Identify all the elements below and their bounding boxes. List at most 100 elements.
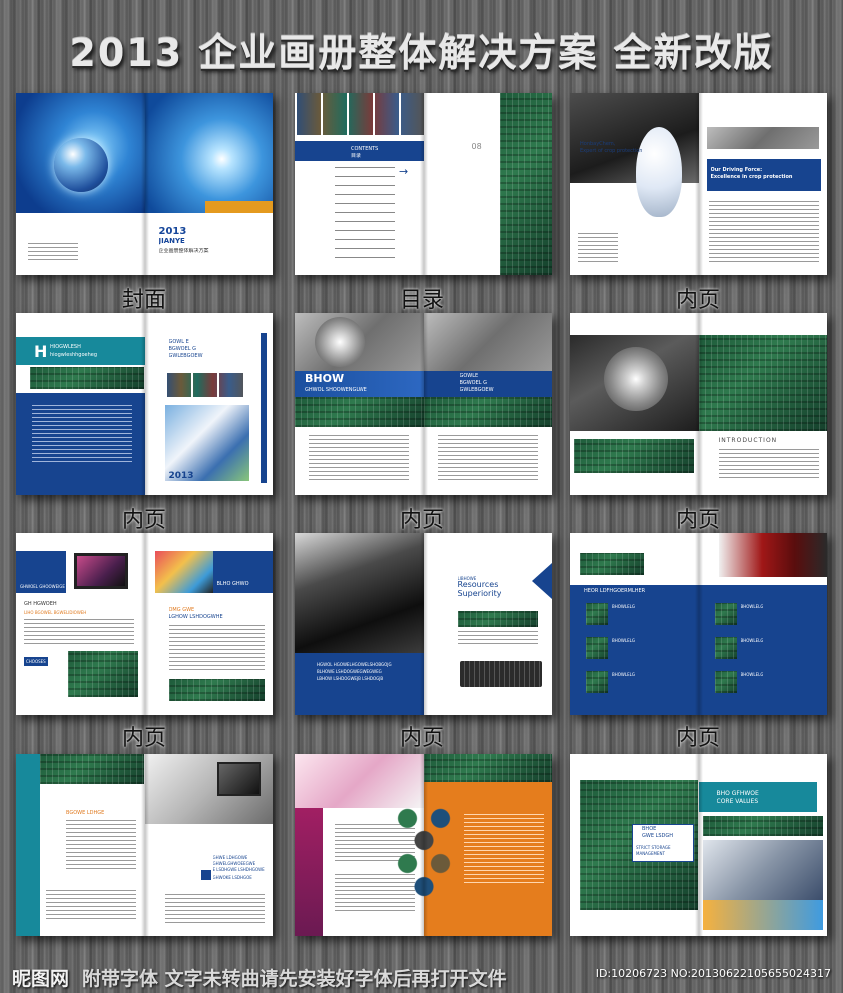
toc-right-page: 08 [423, 93, 552, 275]
cover-back-page [16, 93, 145, 275]
toc-heading: CONTENTS [351, 146, 379, 152]
inner-7-right-page: BHOWLELG BHOWLELG BHOWLELG [698, 533, 827, 715]
hard-disk-icon [315, 317, 365, 367]
inner-2-heading: HIOGWLESH [50, 344, 81, 350]
monitor-icon [216, 762, 261, 796]
toc-entries [335, 167, 395, 259]
inner-8-right4: GHWOKE LSDHGOE [212, 875, 252, 880]
inner-2-heading-sub: hiogwleshhgoeheg [50, 352, 98, 358]
inner-6-left-page: HGWOL HGOWELHGOWELSHOBGOJG BLHOWE LSHDOG… [295, 533, 424, 715]
arrow-left-icon [531, 563, 552, 599]
inner-1-right-page: Our Driving Force: Excellence in crop pr… [698, 93, 827, 275]
inner-5-right-title: OMG GWE [168, 607, 195, 613]
inner-8-right3: E LSDHGWE LSHDHGOWE [212, 867, 265, 872]
inner-2-right-page: GOWL E BGWOEL G GWLEBGOEW 2013 [144, 313, 273, 495]
page-title: 2013 企业画册整体解决方案 全新改版 [69, 31, 774, 75]
caption-inner-5: 内页 [121, 726, 166, 751]
keyboard-icon [459, 661, 542, 687]
toc-heading-sub: 目录 [351, 153, 362, 159]
inner-10-right-page: BHO GFHWOE CORE VALUES [698, 754, 827, 936]
inner-5-right-title2: LGHOW LSHDOGWHE [168, 614, 223, 620]
caption-inner-7: 内页 [675, 726, 720, 751]
spread-toc: CONTENTS 目录 → 08 [295, 93, 552, 275]
inner-8-right-page: GHWE LDHGOWE GHWELGHWOEEGWE E LSDHGWE LS… [144, 754, 273, 936]
spread-inner-4: INTRODUCTION [570, 313, 827, 495]
inner-10-left-page: BHOE GWE LSDGH STRICT STORAGE MANAGEMENT [570, 754, 699, 936]
spread-inner-7: HEOR LDFHGOERMLHER BHOWLELG BHOWLELG BHO… [570, 533, 827, 715]
disk-platter-icon [604, 347, 668, 411]
caption-toc: 目录 [399, 288, 444, 313]
inner-3-right-page: GOWLE BGWOEL G GWLEBGOEW [423, 313, 552, 495]
inner-6-res-title2: Superiority [457, 589, 502, 598]
inner-6-right-page: LIBHOWE Resources Superiority [423, 533, 552, 715]
arrow-right-icon: → [399, 165, 409, 178]
inner-2-right-title2: BGWOEL G [168, 346, 197, 352]
inner-2-letter: H [34, 343, 48, 361]
caption-inner-1: 内页 [675, 288, 720, 313]
inner-5-right-page: BLHO GHWO OMG GWE LGHOW LSHDOGWHE [144, 533, 273, 715]
cover-brand-sub: 企业画册整体解决方案 [158, 248, 209, 254]
inner-7-item4: BHOWLELG [740, 604, 764, 609]
toc-left-page: CONTENTS 目录 → [295, 93, 424, 275]
inner-10-core2: CORE VALUES [716, 798, 759, 805]
inner-5-left-box: CHOOSES [24, 657, 48, 666]
caption-inner-2: 内页 [121, 508, 166, 533]
inner-8-orange: BGOWE LDHGE [66, 810, 105, 816]
inner-3-left-page: BHOW GHWOL SHOOWENGLWE [295, 313, 424, 495]
inner-1-left-page: HonbayChem, Expert of crop protection [570, 93, 699, 275]
spread-inner-5: GHWOEL GHOOWEIGE GH HGWOEH LIHO BGOWEL B… [16, 533, 273, 715]
inner-3-right-title3: GWLEBGOEW [459, 387, 494, 393]
inner-10-box1: BHOE [642, 826, 657, 832]
spread-inner-3: BHOW GHWOL SHOOWENGLWE GOWLE BGWOEL G GW… [295, 313, 552, 495]
cover-address-lines [28, 243, 78, 263]
image-id: ID:10206723 NO:20130622105655024317 [595, 967, 831, 980]
cover-front-page: 2013 JIANYE 企业画册整体解决方案 [144, 93, 273, 275]
inner-4-left-page [570, 313, 699, 495]
font-notice: 附带字体 文字未转曲请先安装好字体后再打开文件 [82, 968, 507, 990]
caption-cover: 封面 [121, 288, 166, 313]
inner-4-right-page: INTRODUCTION [698, 313, 827, 495]
globe-icon [54, 138, 108, 192]
spread-inner-1: HonbayChem, Expert of crop protection Ou… [570, 93, 827, 275]
inner-6-bar2: BLHOWE LSHDOGWEGWEGWEG [317, 669, 382, 674]
inner-3-right-title2: BGWOEL G [459, 380, 488, 386]
inner-7-item5: BHOWLELG [740, 638, 764, 643]
inner-5-left-sub: GHWOEL GHOOWEIGE [20, 584, 65, 589]
caption-inner-3: 内页 [399, 508, 444, 533]
inner-4-intro: INTRODUCTION [718, 437, 778, 444]
inner-8-left-page: BGOWE LDHGE [16, 754, 145, 936]
inner-7-item1: BHOWLELG [612, 604, 635, 609]
inner-2-right-title: GOWL E [168, 339, 189, 345]
inner-5-left-orange: LIHO BGOWEL BGWELIDIOWEH [24, 610, 87, 615]
inner-5-left-page: GHWOEL GHOOWEIGE GH HGWOEH LIHO BGOWEL B… [16, 533, 145, 715]
inner-6-bar1: HGWOL HGOWELHGOWELSHOBGOJG [317, 662, 392, 667]
inner-7-item2: BHOWLELG [612, 638, 635, 643]
spread-inner-8: BGOWE LDHGE GHWE LDHGOWE GHWELGHWOEEGWE … [16, 754, 273, 936]
site-logo: 昵图网 [12, 968, 70, 990]
inner-7-item3: BHOWLELG [612, 672, 635, 677]
spread-cover: 2013 JIANYE 企业画册整体解决方案 [16, 93, 273, 275]
inner-10-box2: GWE LSDGH [642, 833, 674, 839]
inner-2-year: 2013 [168, 471, 194, 481]
inner-5-left-heading: GH HGWOEH [24, 601, 57, 607]
caption-inner-6: 内页 [399, 726, 444, 751]
inner-2-left-page: H HIOGWLESH hiogwleshhgoeheg [16, 313, 145, 495]
spread-inner-6: HGWOL HGOWELHGOWELSHOBGOJG BLHOWE LSHDOG… [295, 533, 552, 715]
inner-1-right-heading: Our Driving Force: Excellence in crop pr… [710, 167, 793, 180]
inner-10-core: BHO GFHWOE [716, 790, 759, 797]
inner-3-bhow-sub: GHWOL SHOOWENGLWE [305, 387, 367, 393]
inner-3-bhow: BHOW [305, 373, 345, 385]
inner-7-left-page: HEOR LDFHGOERMLHER BHOWLELG BHOWLELG BHO… [570, 533, 699, 715]
cover-brand: JIANYE [158, 238, 185, 245]
inner-10-box4: MANAGEMENT [636, 851, 665, 856]
spread-inner-10: BHOE GWE LSDGH STRICT STORAGE MANAGEMENT… [570, 754, 827, 936]
inner-1-left-heading: HonbayChem, Expert of crop protection [580, 141, 643, 154]
monitor-icon [74, 553, 128, 589]
inner-5-right-box: BLHO GHWO [216, 581, 249, 587]
spread-inner-9 [295, 754, 552, 936]
inner-7-bar: HEOR LDFHGOERMLHER [584, 588, 646, 594]
toc-page-tag: 08 [471, 143, 482, 150]
inner-7-item6: BHOWLELG [740, 672, 764, 677]
inner-2-right-title3: GWLEBGOEW [168, 353, 203, 359]
caption-inner-4: 内页 [675, 508, 720, 533]
